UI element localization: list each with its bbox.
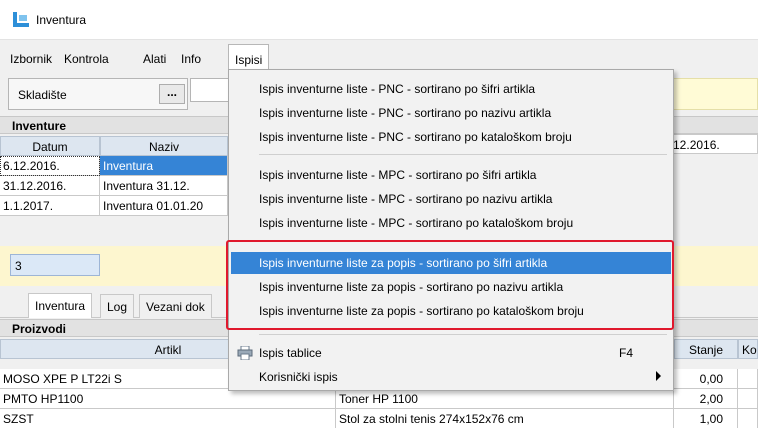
table-row-p1-naziv[interactable]: Toner HP 1100 — [336, 389, 674, 409]
table-row-p2-stanje[interactable]: 1,00 — [674, 409, 738, 428]
submenu-arrow-icon — [656, 371, 661, 381]
col-ko[interactable]: Ko — [738, 339, 758, 359]
printer-icon — [237, 346, 253, 360]
table-row-p0-stanje[interactable]: 0,00 — [674, 369, 738, 389]
warehouse-name-field[interactable] — [190, 78, 230, 102]
title-bar: Inventura — [0, 0, 758, 40]
col-stanje[interactable]: Stanje — [674, 339, 738, 359]
app-icon — [13, 12, 29, 27]
table-row-p1-ko[interactable] — [738, 389, 758, 409]
table-row-1-datum[interactable]: 31.12.2016. — [0, 176, 100, 196]
menu-bar: Izbornik Kontrola Alati Info Ispisi — [0, 41, 758, 70]
menu-item-pnc-sifra[interactable]: Ispis inventurne liste - PNC - sortirano… — [231, 78, 671, 100]
menu-ispisi[interactable]: Ispisi — [228, 44, 270, 70]
table-row-p2-ko[interactable] — [738, 409, 758, 428]
menu-item-custom-print[interactable]: Korisnički ispis — [231, 366, 671, 388]
table-row-2-naziv[interactable]: Inventura 01.01.20 — [100, 196, 228, 216]
col-naziv[interactable]: Naziv — [100, 136, 228, 156]
table-row-p1-artikl[interactable]: PMTO HP1100 — [0, 389, 336, 409]
col-datum[interactable]: Datum — [0, 136, 100, 156]
table-row-2-datum[interactable]: 1.1.2017. — [0, 196, 100, 216]
menu-izbornik[interactable]: Izbornik — [10, 52, 52, 66]
menu-item-pnc-katalog[interactable]: Ispis inventurne liste - PNC - sortirano… — [231, 126, 671, 148]
menu-item-print-table[interactable]: Ispis tablice F4 — [231, 342, 671, 364]
menu-separator — [259, 154, 667, 155]
menu-item-mpc-sifra[interactable]: Ispis inventurne liste - MPC - sortirano… — [231, 164, 671, 186]
record-count-field: 3 — [10, 254, 100, 276]
table-row-0-naziv[interactable]: Inventura — [100, 156, 228, 176]
tab-inventura[interactable]: Inventura — [28, 293, 93, 318]
menu-kontrola[interactable]: Kontrola — [64, 52, 109, 66]
menu-separator — [259, 334, 667, 335]
table-row-p0-ko[interactable] — [738, 369, 758, 389]
custom-print-label: Korisnički ispis — [259, 370, 338, 384]
window-title: Inventura — [36, 13, 87, 27]
table-row-p2-artikl[interactable]: SZST — [0, 409, 336, 428]
warehouse-browse-button[interactable]: ... — [159, 84, 185, 104]
table-row-0-datum[interactable]: 6.12.2016. — [0, 156, 100, 176]
menu-alati[interactable]: Alati — [143, 52, 166, 66]
tab-vezani-dokumenti[interactable]: Vezani dok — [139, 294, 212, 318]
warehouse-label: Skladište — [18, 88, 67, 102]
highlight-frame — [226, 240, 674, 330]
menu-item-mpc-naziv[interactable]: Ispis inventurne liste - MPC - sortirano… — [231, 188, 671, 210]
table-row-p2-naziv[interactable]: Stol za stolni tenis 274x152x76 cm — [336, 409, 674, 428]
menu-item-mpc-katalog[interactable]: Ispis inventurne liste - MPC - sortirano… — [231, 212, 671, 234]
print-table-shortcut: F4 — [618, 346, 633, 360]
tab-log[interactable]: Log — [100, 294, 135, 318]
table-row-p1-stanje[interactable]: 2,00 — [674, 389, 738, 409]
warehouse-filter: Skladište ... — [8, 78, 188, 110]
ispisi-dropdown-menu: Ispis inventurne liste - PNC - sortirano… — [228, 69, 674, 391]
print-table-label: Ispis tablice — [259, 346, 322, 360]
menu-info[interactable]: Info — [181, 52, 201, 66]
table-row-1-naziv[interactable]: Inventura 31.12. — [100, 176, 228, 196]
menu-item-pnc-naziv[interactable]: Ispis inventurne liste - PNC - sortirano… — [231, 102, 671, 124]
